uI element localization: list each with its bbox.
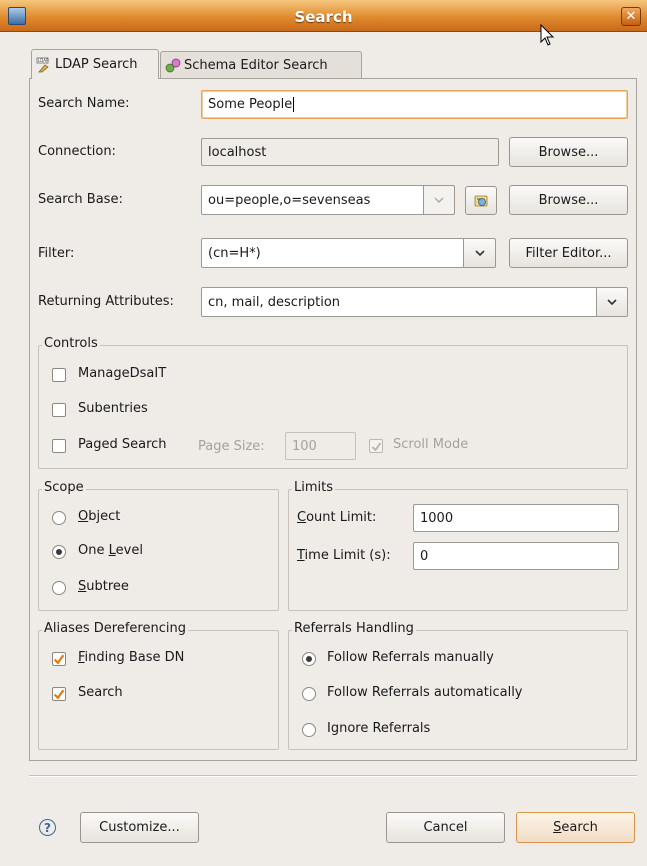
returning-attributes-dropdown[interactable] [597, 287, 628, 317]
referrals-ignore-label: Ignore Referrals [327, 721, 431, 736]
entry-history-icon [474, 195, 488, 206]
search-name-label: Search Name: [38, 96, 130, 111]
search-name-input[interactable]: Some People [201, 90, 628, 119]
search-base-browse-button[interactable]: Browse... [509, 185, 628, 215]
connection-browse-label: Browse... [538, 144, 599, 160]
tab-schema-editor-search[interactable]: Schema Editor Search [160, 51, 362, 79]
scope-subtree-radio[interactable] [52, 581, 66, 595]
finding-base-dn-label: Finding Base DN [78, 650, 185, 665]
returning-attributes-label: Returning Attributes: [38, 294, 174, 309]
svg-text:LDAP: LDAP [38, 58, 49, 63]
chevron-down-icon [474, 250, 485, 256]
referrals-manual-radio[interactable] [302, 652, 316, 666]
scope-title: Scope [42, 480, 86, 495]
search-base-input[interactable]: ou=people,o=sevenseas [201, 185, 424, 215]
tab-ldap-search-label: LDAP Search [55, 57, 138, 72]
filter-editor-button[interactable]: Filter Editor... [509, 238, 628, 268]
cancel-label: Cancel [423, 820, 468, 835]
search-base-value: ou=people,o=sevenseas [208, 192, 371, 208]
connection-field: localhost [201, 138, 499, 166]
schema-icon [165, 58, 181, 72]
connection-browse-button[interactable]: Browse... [509, 137, 628, 167]
manage-dsait-label: ManageDsaIT [78, 366, 167, 381]
tab-ldap-search[interactable]: LDAP LDAP Search [31, 49, 159, 79]
search-base-history-button[interactable] [465, 186, 497, 215]
scope-object-radio[interactable] [52, 511, 66, 525]
aliases-group [38, 630, 279, 750]
connection-value: localhost [208, 144, 267, 160]
time-limit-value: 0 [420, 548, 429, 564]
subentries-label: Subentries [78, 401, 148, 416]
count-limit-value: 1000 [420, 510, 454, 526]
search-base-dropdown[interactable] [424, 185, 455, 215]
paged-search-checkbox[interactable] [52, 439, 66, 453]
search-base-label: Search Base: [38, 192, 123, 207]
page-size-value: 100 [292, 438, 317, 454]
checkmark-icon [53, 654, 65, 665]
time-limit-input[interactable]: 0 [413, 542, 619, 570]
scroll-mode-label: Scroll Mode [393, 437, 469, 452]
search-button-label: Search [553, 820, 598, 835]
close-icon[interactable]: ✕ [621, 7, 641, 26]
referrals-ignore-radio[interactable] [302, 723, 316, 737]
finding-base-dn-checkbox[interactable] [52, 652, 66, 666]
time-limit-label: Time Limit (s): [297, 548, 391, 563]
aliases-title: Aliases Dereferencing [42, 621, 188, 636]
count-limit-label: Count Limit: [297, 510, 377, 525]
page-size-input[interactable]: 100 [285, 432, 356, 460]
scope-subtree-label: Subtree [78, 579, 129, 594]
returning-attributes-value: cn, mail, description [208, 294, 341, 310]
search-name-value: Some People [208, 97, 293, 112]
customize-button[interactable]: Customize... [80, 812, 199, 843]
controls-title: Controls [42, 336, 100, 351]
alias-search-label: Search [78, 685, 123, 700]
customize-label: Customize... [99, 820, 180, 835]
referrals-manual-label: Follow Referrals manually [327, 650, 494, 665]
filter-editor-label: Filter Editor... [525, 245, 612, 261]
filter-input[interactable]: (cn=H*) [201, 238, 464, 268]
scope-object-label: Object [78, 509, 121, 524]
text-caret [293, 97, 295, 112]
tab-schema-editor-label: Schema Editor Search [184, 58, 328, 73]
cancel-button[interactable]: Cancel [386, 812, 505, 843]
checkmark-icon [53, 689, 65, 700]
scope-group [38, 489, 279, 611]
help-icon[interactable]: ? [39, 819, 56, 836]
radio-dot [306, 656, 312, 662]
search-base-browse-label: Browse... [538, 192, 599, 208]
scroll-mode-checkbox[interactable] [369, 439, 383, 453]
filter-value: (cn=H*) [208, 245, 261, 261]
checkmark-icon [371, 441, 381, 451]
scope-one-level-radio[interactable] [52, 545, 66, 559]
limits-title: Limits [292, 480, 335, 495]
ldap-icon: LDAP [36, 57, 49, 72]
count-limit-input[interactable]: 1000 [413, 504, 619, 532]
returning-attributes-input[interactable]: cn, mail, description [201, 287, 597, 317]
filter-dropdown[interactable] [464, 238, 496, 268]
referrals-automatic-radio[interactable] [302, 687, 316, 701]
filter-label: Filter: [38, 246, 75, 261]
footer-separator [29, 775, 637, 777]
connection-label: Connection: [38, 144, 116, 159]
mouse-cursor-icon [540, 24, 555, 46]
page-size-label: Page Size: [198, 439, 265, 454]
scope-one-level-label: One Level [78, 543, 143, 558]
chevron-down-icon [434, 197, 444, 203]
referrals-title: Referrals Handling [292, 621, 416, 636]
paged-search-label: Paged Search [78, 437, 167, 452]
subentries-checkbox[interactable] [52, 403, 66, 417]
manage-dsait-checkbox[interactable] [52, 368, 66, 382]
search-button[interactable]: Search [516, 812, 635, 843]
radio-dot [56, 549, 62, 555]
referrals-automatic-label: Follow Referrals automatically [327, 685, 523, 700]
alias-search-checkbox[interactable] [52, 687, 66, 701]
chevron-down-icon [607, 299, 617, 305]
